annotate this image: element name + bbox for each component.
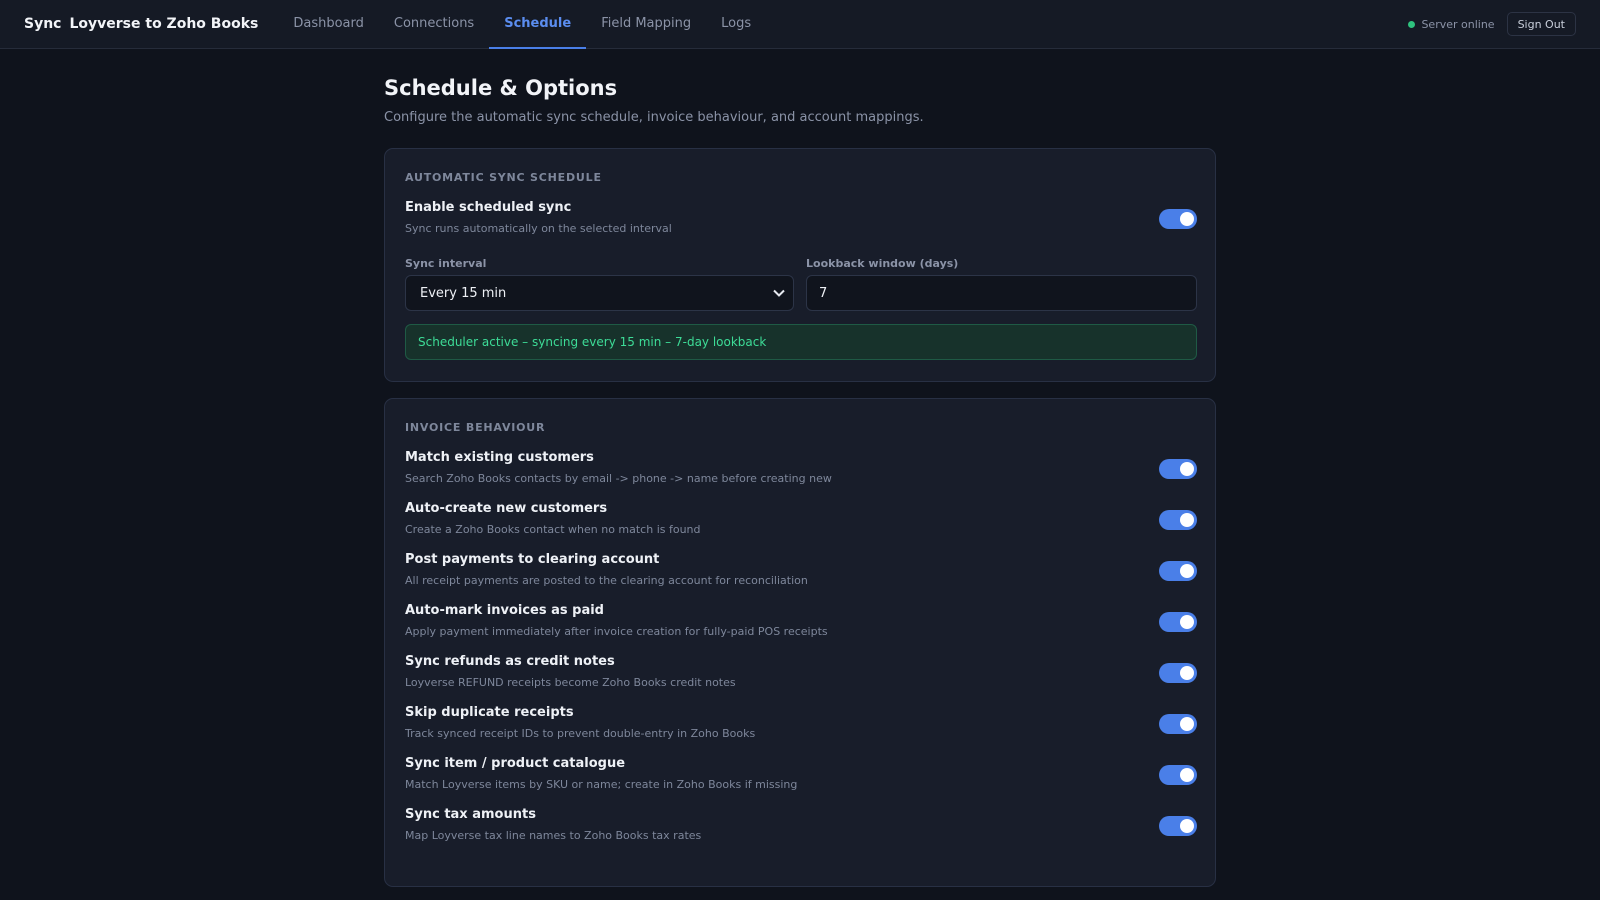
chevron-down-icon bbox=[773, 289, 785, 297]
scheduler-status-banner: Scheduler active – syncing every 15 min … bbox=[405, 324, 1197, 360]
option-row: Sync refunds as credit notes Loyverse RE… bbox=[405, 654, 1197, 696]
option-desc: Match Loyverse items by SKU or name; cre… bbox=[405, 778, 798, 791]
skip-duplicates-toggle[interactable] bbox=[1159, 714, 1197, 734]
option-desc: Map Loyverse tax line names to Zoho Book… bbox=[405, 829, 702, 842]
lookback-window-input[interactable] bbox=[806, 275, 1197, 311]
page-title: Schedule & Options bbox=[384, 76, 618, 100]
post-payments-clearing-toggle[interactable] bbox=[1159, 561, 1197, 581]
enable-scheduled-sync-desc: Sync runs automatically on the selected … bbox=[405, 222, 672, 235]
sync-interval-select[interactable]: Every 15 min bbox=[405, 275, 794, 311]
app-brand[interactable]: Sync Loyverse to Zoho Books bbox=[24, 16, 258, 32]
lookback-window-label: Lookback window (days) bbox=[806, 257, 959, 270]
main-nav: Dashboard Connections Schedule Field Map… bbox=[278, 0, 766, 49]
sign-out-button[interactable]: Sign Out bbox=[1506, 12, 1576, 36]
schedule-section-label: AUTOMATIC SYNC SCHEDULE bbox=[405, 171, 602, 184]
option-title: Sync tax amounts bbox=[405, 807, 536, 822]
invoice-behaviour-card: INVOICE BEHAVIOUR Match existing custome… bbox=[384, 398, 1216, 887]
tab-schedule[interactable]: Schedule bbox=[489, 0, 587, 49]
sync-tax-toggle[interactable] bbox=[1159, 816, 1197, 836]
toggle-knob bbox=[1180, 462, 1194, 476]
option-row: Post payments to clearing account All re… bbox=[405, 552, 1197, 594]
tab-logs[interactable]: Logs bbox=[706, 0, 766, 49]
option-row: Skip duplicate receipts Track synced rec… bbox=[405, 705, 1197, 747]
option-title: Skip duplicate receipts bbox=[405, 705, 574, 720]
server-status-label: Server online bbox=[1421, 17, 1495, 31]
option-row: Sync item / product catalogue Match Loyv… bbox=[405, 756, 1197, 798]
option-row: Auto-mark invoices as paid Apply payment… bbox=[405, 603, 1197, 645]
enable-scheduled-sync-title: Enable scheduled sync bbox=[405, 200, 572, 215]
top-navbar: Sync Loyverse to Zoho Books Dashboard Co… bbox=[0, 0, 1600, 49]
toggle-knob bbox=[1180, 666, 1194, 680]
main-content: Schedule & Options Configure the automat… bbox=[384, 76, 1216, 887]
enable-scheduled-sync-toggle[interactable] bbox=[1159, 209, 1197, 229]
auto-mark-paid-toggle[interactable] bbox=[1159, 612, 1197, 632]
option-desc: Track synced receipt IDs to prevent doub… bbox=[405, 727, 756, 740]
toggle-knob bbox=[1180, 768, 1194, 782]
option-title: Sync refunds as credit notes bbox=[405, 654, 615, 669]
toggle-knob bbox=[1180, 212, 1194, 226]
option-desc: All receipt payments are posted to the c… bbox=[405, 574, 808, 587]
toggle-knob bbox=[1180, 513, 1194, 527]
toggle-knob bbox=[1180, 717, 1194, 731]
brand-name: Loyverse to Zoho Books bbox=[69, 16, 259, 32]
option-title: Match existing customers bbox=[405, 450, 594, 465]
invoice-section-label: INVOICE BEHAVIOUR bbox=[405, 421, 546, 434]
option-desc: Loyverse REFUND receipts become Zoho Boo… bbox=[405, 676, 736, 689]
option-title: Auto-create new customers bbox=[405, 501, 608, 516]
option-desc: Create a Zoho Books contact when no matc… bbox=[405, 523, 701, 536]
toggle-knob bbox=[1180, 564, 1194, 578]
tab-field-mapping[interactable]: Field Mapping bbox=[586, 0, 706, 49]
schedule-card: AUTOMATIC SYNC SCHEDULE Enable scheduled… bbox=[384, 148, 1216, 382]
toggle-knob bbox=[1180, 819, 1194, 833]
option-desc: Apply payment immediately after invoice … bbox=[405, 625, 828, 638]
option-row: Auto-create new customers Create a Zoho … bbox=[405, 501, 1197, 543]
option-row: Match existing customers Search Zoho Boo… bbox=[405, 450, 1197, 492]
sync-catalogue-toggle[interactable] bbox=[1159, 765, 1197, 785]
brand-prefix: Sync bbox=[24, 16, 62, 32]
tab-connections[interactable]: Connections bbox=[379, 0, 489, 49]
status-dot-icon bbox=[1408, 20, 1416, 28]
enable-scheduled-sync-row: Enable scheduled sync Sync runs automati… bbox=[405, 200, 1197, 242]
tab-dashboard[interactable]: Dashboard bbox=[278, 0, 379, 49]
option-title: Auto-mark invoices as paid bbox=[405, 603, 604, 618]
sync-interval-value: Every 15 min bbox=[420, 285, 507, 301]
option-row: Sync tax amounts Map Loyverse tax line n… bbox=[405, 807, 1197, 849]
sync-refunds-toggle[interactable] bbox=[1159, 663, 1197, 683]
option-title: Post payments to clearing account bbox=[405, 552, 660, 567]
page-subtitle: Configure the automatic sync schedule, i… bbox=[384, 110, 924, 125]
sync-interval-label: Sync interval bbox=[405, 257, 487, 270]
toggle-knob bbox=[1180, 615, 1194, 629]
header-actions: Server online Sign Out bbox=[1408, 12, 1576, 36]
match-existing-customers-toggle[interactable] bbox=[1159, 459, 1197, 479]
option-title: Sync item / product catalogue bbox=[405, 756, 626, 771]
server-status: Server online bbox=[1408, 17, 1495, 31]
option-desc: Search Zoho Books contacts by email -> p… bbox=[405, 472, 832, 485]
auto-create-customers-toggle[interactable] bbox=[1159, 510, 1197, 530]
